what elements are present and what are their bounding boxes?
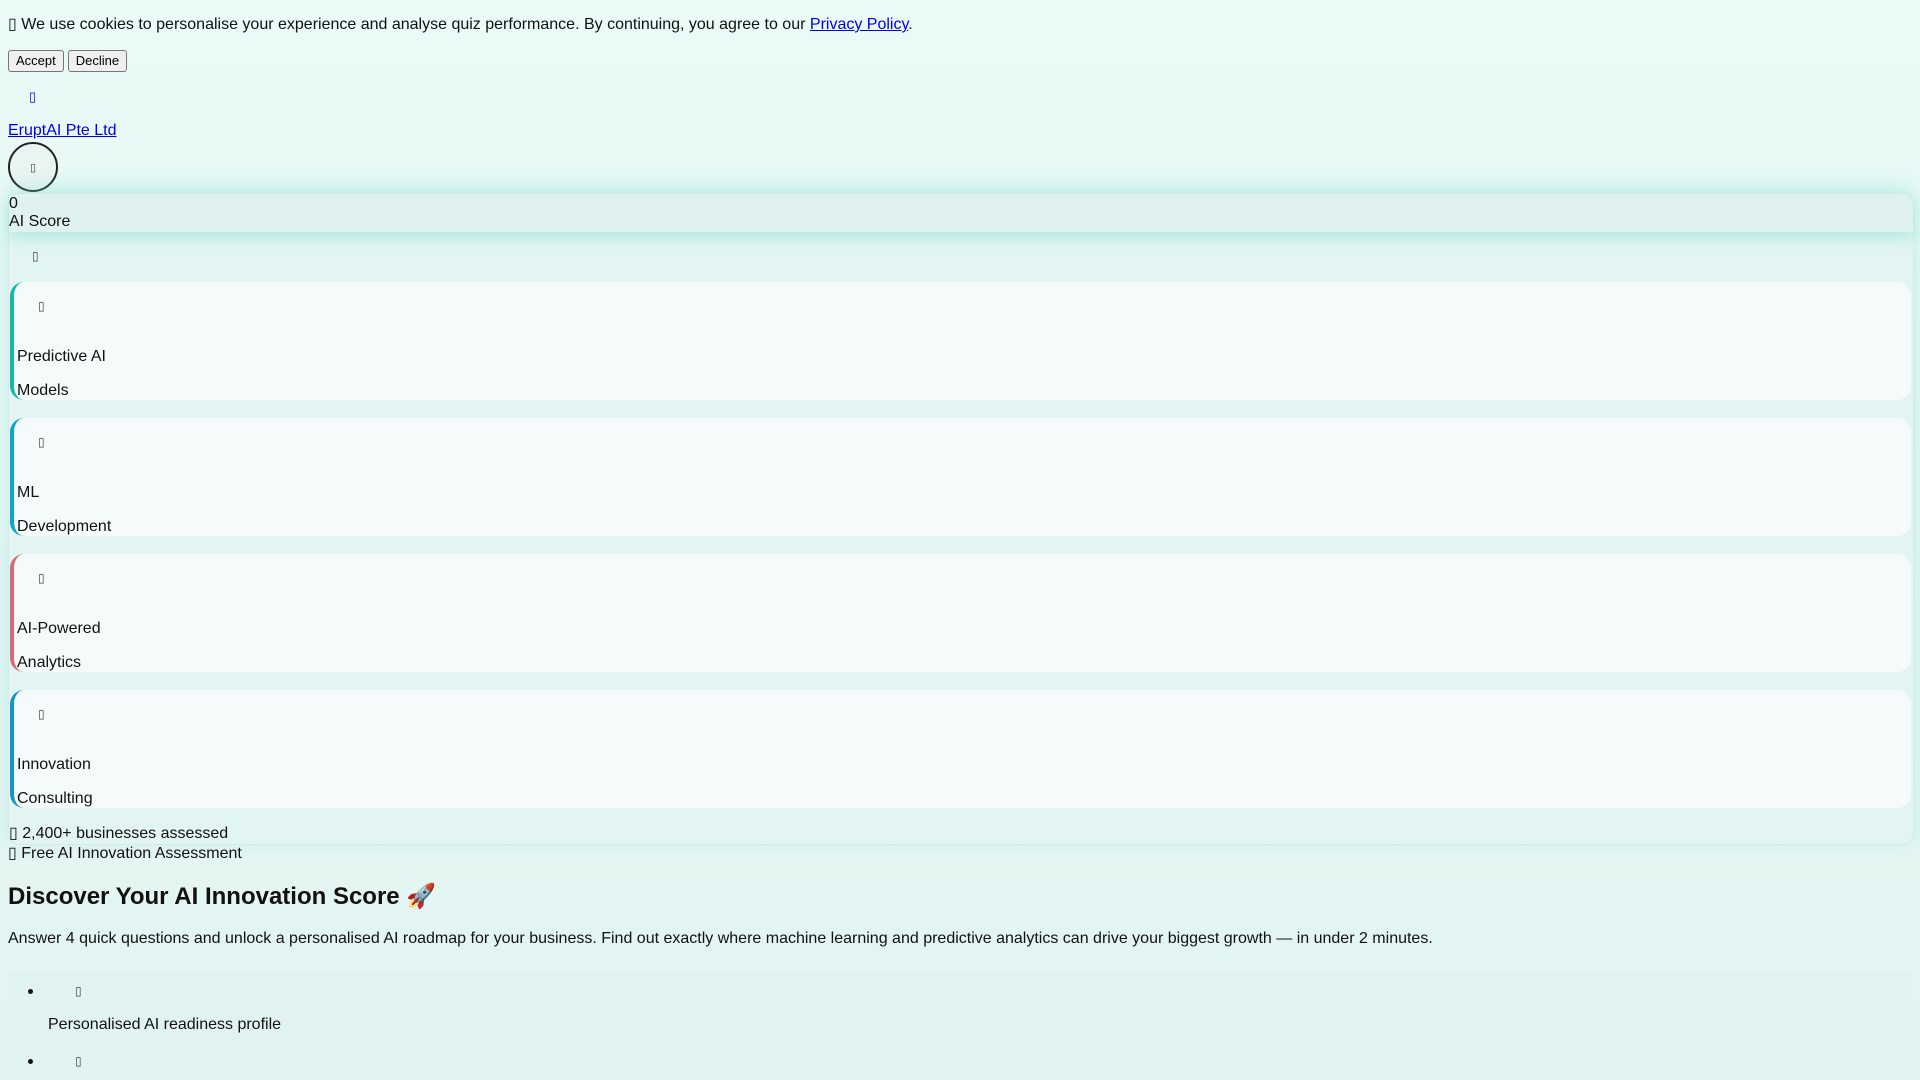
service-card-innovation-consulting[interactable]: ▯ Innovation Consulting <box>10 690 1911 808</box>
service-card-ai-analytics[interactable]: ▯ AI-Powered Analytics <box>10 554 1911 672</box>
cookie-actions: Accept Decline <box>8 50 128 72</box>
assessed-text: 2,400+ businesses assessed <box>22 825 229 842</box>
service-title: Predictive AI <box>17 348 106 365</box>
score-header <box>9 194 1913 232</box>
page-title: Discover Your AI Innovation Score 🚀 <box>8 883 437 910</box>
list-item: ▯ <box>28 1051 82 1071</box>
menu-icon: ▯ <box>29 161 37 174</box>
list-item: ▯ Personalised AI readiness profile <box>27 981 282 1035</box>
ai-score-value: 0 <box>9 195 18 212</box>
cookie-period: . <box>908 16 913 33</box>
service-subtitle: Development <box>17 518 112 535</box>
service-subtitle: Consulting <box>17 790 93 807</box>
chart-icon: ▯ <box>38 299 45 313</box>
assessment-badge-text: Free AI Innovation Assessment <box>21 845 242 862</box>
check-icon: ▯ <box>75 1054 82 1068</box>
service-title: Innovation <box>17 756 91 773</box>
businesses-assessed: ▯ 2,400+ businesses assessed <box>9 824 228 844</box>
lightbulb-icon: ▯ <box>38 707 45 721</box>
service-subtitle: Analytics <box>17 654 82 671</box>
ai-score-panel: 0 AI Score ▯ ▯ Predictive AI Models ▯ ML… <box>8 193 1914 845</box>
service-card-ml-development[interactable]: ▯ ML Development <box>10 418 1911 536</box>
service-subtitle: Models <box>17 382 69 399</box>
profile-icon: ▯ <box>75 984 82 998</box>
quiz-landing-page: ▯ We use cookies to personalise your exp… <box>0 0 1920 1080</box>
menu-button[interactable]: ▯ <box>8 142 58 192</box>
service-card-predictive-ai[interactable]: ▯ Predictive AI Models <box>10 282 1911 400</box>
ai-score-label: AI Score <box>9 213 71 230</box>
service-title: AI-Powered <box>17 620 101 637</box>
service-title: ML <box>17 484 40 501</box>
cookie-icon: ▯ <box>8 16 17 33</box>
gauge-icon: ▯ <box>32 249 39 263</box>
analytics-icon: ▯ <box>38 571 45 585</box>
decline-button[interactable]: Decline <box>67 50 128 72</box>
privacy-policy-link[interactable]: Privacy Policy <box>810 16 908 33</box>
sparkle-icon: ▯ <box>8 845 17 862</box>
accept-button[interactable]: Accept <box>8 50 64 72</box>
cookie-banner: ▯ We use cookies to personalise your exp… <box>8 15 913 35</box>
users-icon: ▯ <box>9 825 18 842</box>
assessment-badge: ▯ Free AI Innovation Assessment <box>8 844 242 864</box>
brand-link[interactable]: EruptAI Pte Ltd <box>8 122 117 140</box>
intro-text: Answer 4 quick questions and unlock a pe… <box>8 930 1433 947</box>
brain-icon: ▯ <box>38 435 45 449</box>
logo-icon[interactable]: ▯ <box>29 89 36 105</box>
cookie-message: We use cookies to personalise your exper… <box>21 16 806 33</box>
benefits-list: ▯ Personalised AI readiness profile ▯ <box>8 973 1912 1080</box>
benefit-text: Personalised AI readiness profile <box>48 1016 282 1033</box>
